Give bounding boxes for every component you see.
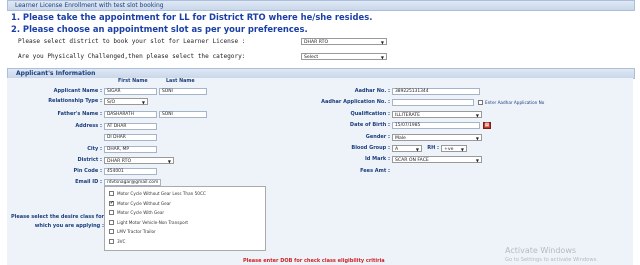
chevron-down-icon: ▼: [380, 55, 384, 60]
father-last-name-input[interactable]: SONI: [159, 111, 207, 118]
district-field-value: DHAR RTO: [107, 159, 132, 164]
id-mark-select[interactable]: SCAR ON FACE ▼: [392, 156, 482, 163]
qualification-select-value: ILLITERATE: [395, 113, 421, 118]
gender-label: Gender :: [365, 134, 390, 140]
qualification-label: Qualification :: [350, 111, 391, 117]
aadhar-application-checkbox-label: Enter Aadhar Application No: [485, 100, 545, 105]
district-field-select[interactable]: DHAR RTO ▼: [104, 157, 174, 164]
aadhar-no-label: Aadhar No. :: [354, 88, 390, 94]
class-option-label: Light Motor Vehicle-Non Transport: [117, 219, 189, 225]
class-option-label: Motor Cycle Without Gear Less Than 50CC: [117, 191, 206, 196]
category-select-value: Select: [304, 55, 319, 60]
address-line2-input[interactable]: DI DHAR: [104, 134, 157, 141]
category-prompt-label: Are you Physically Challenged,then pleas…: [18, 53, 246, 60]
enrollment-header-title: Learner License Enrollment with test slo…: [15, 2, 164, 9]
father-first-name-input[interactable]: DASHARATH: [104, 111, 157, 118]
class-option-checkbox[interactable]: [109, 191, 114, 196]
activate-windows-subtitle: Go to Settings to activate Windows.: [505, 257, 598, 263]
applicant-info-title: Applicant's Information: [16, 70, 96, 77]
district-prompt-label: Please select district to book your slot…: [18, 38, 246, 45]
address-line1-input[interactable]: AT DHAR: [104, 123, 157, 130]
rh-select-value: +ve: [444, 147, 454, 152]
dob-eligibility-note: Please enter DOB for check class eligibi…: [243, 258, 385, 264]
qualification-select[interactable]: ILLITERATE ▼: [392, 111, 482, 118]
blood-group-label: Blood Group :: [351, 145, 390, 151]
chevron-down-icon: ▼: [460, 147, 464, 152]
pin-code-label: Pin Code :: [73, 168, 103, 174]
gender-select-value: Male: [395, 136, 406, 141]
class-option-checkbox[interactable]: [109, 219, 114, 225]
class-option-label: 3VC: [117, 239, 126, 244]
class-option-checkbox[interactable]: [109, 210, 114, 216]
rh-select[interactable]: +ve ▼: [441, 145, 467, 152]
chevron-down-icon: ▼: [380, 40, 384, 45]
activate-windows-title: Activate Windows: [505, 246, 577, 255]
aadhar-application-input[interactable]: [392, 99, 474, 106]
city-input[interactable]: DHAR, MP: [104, 146, 157, 153]
relationship-select-value: S/O: [107, 100, 116, 105]
aadhar-no-input[interactable]: 389225131344: [392, 88, 480, 95]
chevron-down-icon: ▼: [415, 147, 419, 152]
blood-group-select[interactable]: A ▼: [392, 145, 422, 152]
calendar-icon[interactable]: ▦: [483, 122, 491, 129]
fees-label: Fees Amt :: [360, 168, 390, 174]
district-label: District :: [77, 157, 102, 163]
district-select[interactable]: DHAR RTO ▼: [301, 38, 387, 45]
class-option-label: LMV Tractor Trailor: [117, 229, 156, 235]
enrollment-header-bar: Learner License Enrollment with test slo…: [7, 0, 635, 11]
category-select[interactable]: Select ▼: [301, 53, 387, 60]
email-label: Email ID :: [75, 179, 102, 185]
chevron-down-icon: ▼: [167, 159, 171, 164]
chevron-down-icon: ▼: [141, 100, 145, 105]
applicant-name-label: Applicant Name :: [53, 88, 102, 94]
applicant-first-name-input[interactable]: SIGAR: [104, 88, 157, 95]
chevron-down-icon: ▼: [475, 113, 479, 118]
email-input[interactable]: rdvtsnagar@gmail.com: [104, 179, 161, 186]
aadhar-application-label: Aadhar Application No. :: [321, 99, 390, 105]
address-label: Address :: [75, 123, 102, 129]
chevron-down-icon: ▼: [475, 136, 479, 141]
relationship-select[interactable]: S/O ▼: [104, 98, 148, 105]
id-mark-select-value: SCAR ON FACE: [395, 158, 429, 163]
class-option-checkbox[interactable]: [109, 239, 114, 244]
id-mark-label: Id Mark :: [364, 156, 390, 162]
city-label: City :: [87, 146, 102, 152]
last-name-header: Last Name: [166, 79, 195, 84]
rh-label: RH :: [427, 145, 439, 151]
class-option-label: Motor Cycle With Gear: [117, 210, 165, 216]
applicant-last-name-input[interactable]: SONI: [159, 88, 207, 95]
father-name-label: Father's Name :: [57, 111, 102, 117]
district-select-value: DHAR RTO: [304, 40, 329, 45]
chevron-down-icon: ▼: [475, 158, 479, 163]
dob-label: Date of Birth :: [349, 122, 390, 128]
instruction-line-1: 1. Please take the appointment for LL fo…: [11, 12, 373, 22]
relationship-label: Relationship Type :: [48, 98, 102, 104]
class-select-label-1: Please select the desire class for: [11, 214, 104, 220]
class-option-checkbox[interactable]: ✔: [109, 200, 114, 206]
dob-input[interactable]: 15/07/1985: [392, 122, 480, 129]
pin-code-input[interactable]: 454001: [104, 168, 157, 175]
class-option-label: Motor Cycle Without Gear: [117, 200, 172, 206]
first-name-header: First Name: [118, 79, 148, 84]
gender-select[interactable]: Male ▼: [392, 134, 482, 141]
instruction-line-2: 2. Please choose an appointment slot as …: [11, 24, 308, 34]
class-checkbox-list: Motor Cycle Without Gear Less Than 50CC ✔…: [104, 186, 266, 251]
class-select-label-2: which you are applying :: [34, 223, 104, 229]
class-option-checkbox[interactable]: [109, 229, 114, 235]
blood-group-value: A: [395, 147, 399, 152]
aadhar-application-checkbox[interactable]: [478, 100, 483, 105]
